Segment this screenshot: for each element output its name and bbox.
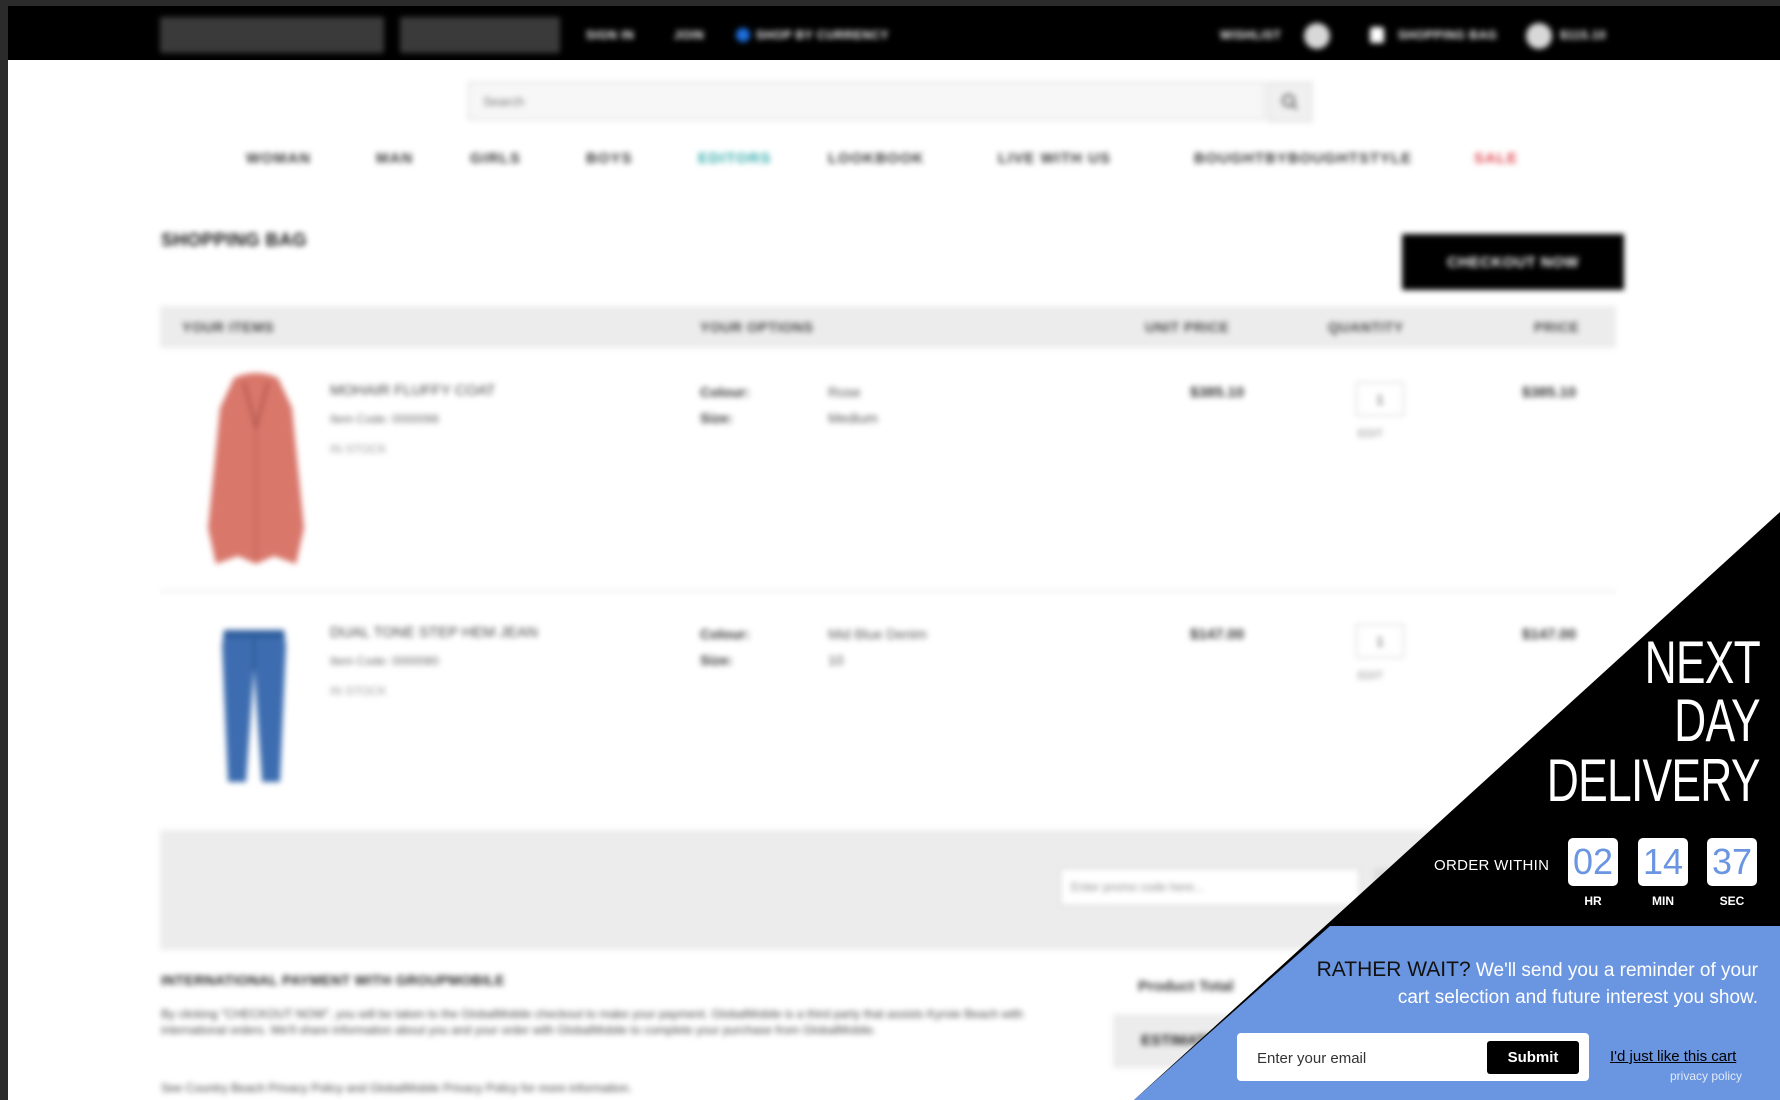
reminder-message: RATHER WAIT? We'll send you a reminder o… [1288, 956, 1758, 1011]
popup-triangle-background [1134, 512, 1780, 1100]
rather-wait-heading: RATHER WAIT? [1316, 958, 1471, 981]
email-form: Submit [1237, 1033, 1589, 1083]
headline-line-delivery: DELIVERY [1547, 747, 1761, 814]
countdown-minutes-label: MIN [1652, 894, 1674, 908]
submit-button[interactable]: Submit [1487, 1041, 1579, 1074]
countdown-seconds-label: SEC [1719, 894, 1745, 908]
order-within-label: ORDER WITHIN [1434, 857, 1550, 874]
countdown-hours: 02 [1568, 838, 1618, 886]
countdown-seconds: 37 [1707, 838, 1757, 886]
decline-link[interactable]: I'd just like this cart [1610, 1048, 1736, 1065]
countdown-minutes: 14 [1638, 838, 1688, 886]
next-day-delivery-popup: NEXT DAY DELIVERY ORDER WITHIN 02 14 37 … [0, 0, 1780, 1100]
countdown-hours-label: HR [1584, 894, 1602, 908]
email-field[interactable] [1255, 1033, 1469, 1083]
headline-line-day: DAY [1674, 687, 1761, 754]
privacy-policy-link[interactable]: privacy policy [1670, 1069, 1742, 1083]
headline-line-next: NEXT [1644, 629, 1761, 696]
